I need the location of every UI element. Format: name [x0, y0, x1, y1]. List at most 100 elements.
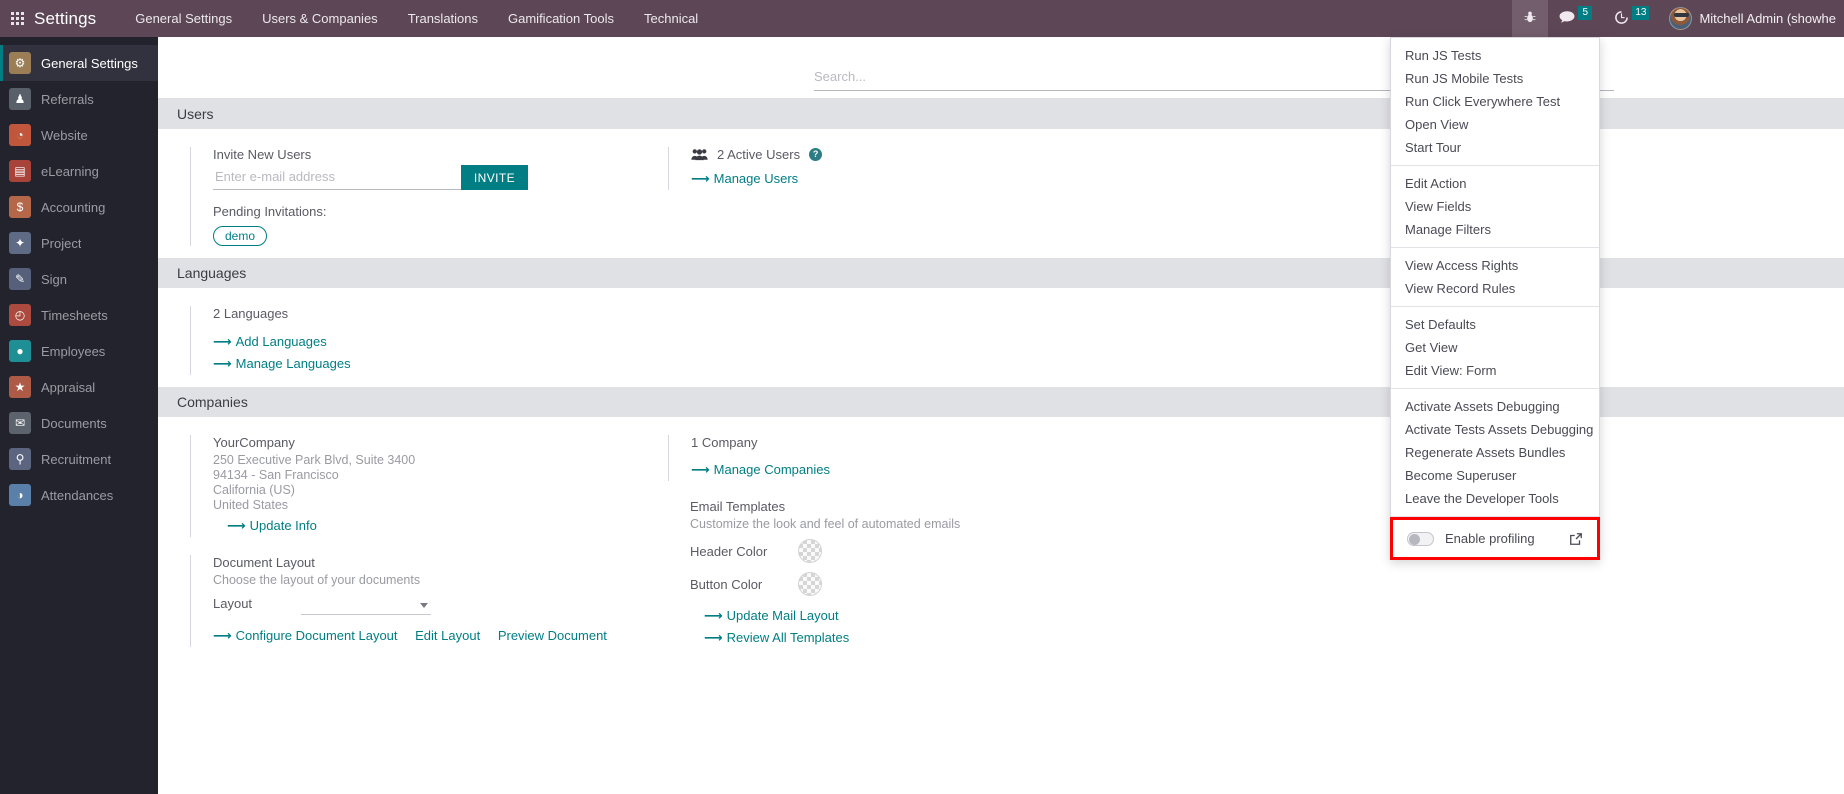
- invite-button[interactable]: INVITE: [460, 165, 528, 190]
- dev-item-leave-developer-tools[interactable]: Leave the Developer Tools: [1391, 487, 1599, 510]
- address-line: 250 Executive Park Blvd, Suite 3400: [213, 453, 416, 467]
- elearning-icon: ▤: [9, 160, 31, 182]
- sidebar-item-employees[interactable]: ● Employees: [0, 333, 158, 369]
- email-templates-title: Email Templates: [690, 499, 786, 514]
- sidebar-item-label: Employees: [41, 343, 106, 359]
- enable-profiling-toggle[interactable]: [1407, 531, 1434, 546]
- layout-field-label: Layout: [213, 596, 253, 611]
- company-address: 250 Executive Park Blvd, Suite 3400 9413…: [213, 453, 636, 513]
- dev-item-run-js-tests[interactable]: Run JS Tests: [1391, 44, 1599, 67]
- sidebar-item-project[interactable]: ✦ Project: [0, 225, 158, 261]
- chat-bubble-icon: [1559, 10, 1575, 27]
- manage-languages-link[interactable]: ⟶ Manage Languages: [213, 353, 351, 375]
- button-color-row: Button Color: [690, 572, 1114, 596]
- edit-layout-link[interactable]: Edit Layout: [415, 628, 480, 643]
- messages-count-badge: 5: [1578, 5, 1593, 20]
- dev-item-view-access-rights[interactable]: View Access Rights: [1391, 254, 1599, 277]
- sidebar-item-recruitment[interactable]: ⚲ Recruitment: [0, 441, 158, 477]
- sidebar-item-label: Recruitment: [41, 451, 112, 467]
- header-color-swatch[interactable]: [798, 539, 822, 563]
- company-count: 1 Company: [691, 435, 758, 450]
- sidebar-item-accounting[interactable]: $ Accounting: [0, 189, 158, 225]
- add-languages-link[interactable]: ⟶ Add Languages: [213, 331, 327, 353]
- invite-email-input[interactable]: [213, 165, 461, 190]
- dev-item-set-defaults[interactable]: Set Defaults: [1391, 313, 1599, 336]
- address-line: United States: [213, 498, 289, 512]
- activities-button[interactable]: 13: [1603, 0, 1660, 37]
- sidebar-item-appraisal[interactable]: ★ Appraisal: [0, 369, 158, 405]
- address-line: California (US): [213, 483, 295, 497]
- odoo-settings-screen: Settings General Settings Users & Compan…: [0, 0, 1844, 794]
- users-right-column: 2 Active Users ? ⟶ Manage Users: [636, 147, 1114, 246]
- bug-icon: [1523, 10, 1537, 27]
- arrow-right-icon: ⟶: [691, 462, 710, 477]
- manage-users-link[interactable]: ⟶ Manage Users: [691, 168, 798, 190]
- dev-item-manage-filters[interactable]: Manage Filters: [1391, 218, 1599, 241]
- button-color-swatch[interactable]: [798, 572, 822, 596]
- user-menu-button[interactable]: Mitchell Admin (showhe: [1660, 0, 1840, 37]
- user-name-label: Mitchell Admin (showhe: [1699, 11, 1836, 26]
- document-layout-title: Document Layout: [213, 555, 315, 570]
- dev-item-edit-view-form[interactable]: Edit View: Form: [1391, 359, 1599, 382]
- dev-item-regenerate-assets-bundles[interactable]: Regenerate Assets Bundles: [1391, 441, 1599, 464]
- project-icon: ✦: [9, 232, 31, 254]
- languages-left-column: 2 Languages ⟶ Add Languages ⟶ Manage Langu…: [158, 306, 636, 375]
- invite-row: INVITE: [213, 165, 528, 190]
- review-all-templates-link[interactable]: ⟶ Review All Templates: [704, 627, 849, 649]
- sidebar-item-timesheets[interactable]: ◴ Timesheets: [0, 297, 158, 333]
- navbar-menu-list: General Settings Users & Companies Trans…: [120, 0, 713, 37]
- preview-document-link[interactable]: Preview Document: [498, 628, 607, 643]
- dev-item-run-js-mobile-tests[interactable]: Run JS Mobile Tests: [1391, 67, 1599, 90]
- layout-selected-value: [301, 595, 303, 610]
- update-mail-layout-link[interactable]: ⟶ Update Mail Layout: [704, 605, 839, 627]
- dev-item-run-click-everywhere-test[interactable]: Run Click Everywhere Test: [1391, 90, 1599, 113]
- company-name: YourCompany: [213, 435, 295, 450]
- manage-companies-link[interactable]: ⟶ Manage Companies: [691, 459, 830, 481]
- sidebar-item-referrals[interactable]: ♟ Referrals: [0, 81, 158, 117]
- timesheets-icon: ◴: [9, 304, 31, 326]
- apps-menu-toggle[interactable]: [0, 0, 34, 37]
- dev-item-view-record-rules[interactable]: View Record Rules: [1391, 277, 1599, 300]
- messages-button[interactable]: 5: [1548, 0, 1603, 37]
- invite-new-users-label: Invite New Users: [213, 147, 312, 162]
- active-users-row: 2 Active Users ?: [691, 147, 1114, 162]
- dev-menu-divider: [1391, 165, 1599, 166]
- sidebar-item-sign[interactable]: ✎ Sign: [0, 261, 158, 297]
- update-info-link[interactable]: ⟶ Update Info: [227, 515, 317, 537]
- developer-tools-button[interactable]: [1512, 0, 1549, 37]
- sidebar-item-general-settings[interactable]: ⚙ General Settings: [0, 45, 158, 81]
- sidebar-item-attendances[interactable]: ◑ Attendances: [0, 477, 158, 513]
- pending-invitation-tag[interactable]: demo: [213, 226, 268, 246]
- dev-item-get-view[interactable]: Get View: [1391, 336, 1599, 359]
- dev-item-start-tour[interactable]: Start Tour: [1391, 136, 1599, 159]
- dev-item-activate-assets-debugging[interactable]: Activate Assets Debugging: [1391, 395, 1599, 418]
- enable-profiling-label: Enable profiling: [1445, 531, 1535, 546]
- navbar-item-gamification-tools[interactable]: Gamification Tools: [493, 0, 629, 37]
- documents-icon: ✉: [9, 412, 31, 434]
- navbar-right-tools: 5 13 Mitchell Admin (showhe: [1512, 0, 1844, 37]
- layout-select[interactable]: [301, 595, 431, 615]
- dev-item-edit-action[interactable]: Edit Action: [1391, 172, 1599, 195]
- navbar-item-general-settings[interactable]: General Settings: [120, 0, 247, 37]
- enable-profiling-row[interactable]: Enable profiling: [1393, 520, 1597, 557]
- layout-field-row: Layout: [213, 595, 636, 615]
- sidebar-item-website[interactable]: ◔ Website: [0, 117, 158, 153]
- external-link-icon[interactable]: [1569, 532, 1583, 546]
- dev-item-become-superuser[interactable]: Become Superuser: [1391, 464, 1599, 487]
- clock-icon: [1614, 10, 1629, 28]
- configure-document-layout-link[interactable]: ⟶ Configure Document Layout: [213, 625, 398, 647]
- navbar-item-translations[interactable]: Translations: [393, 0, 493, 37]
- dev-item-open-view[interactable]: Open View: [1391, 113, 1599, 136]
- sidebar-item-documents[interactable]: ✉ Documents: [0, 405, 158, 441]
- navbar-item-technical[interactable]: Technical: [629, 0, 713, 37]
- active-users-count: 2 Active Users: [717, 147, 801, 162]
- gear-icon: ⚙: [9, 52, 31, 74]
- navbar-item-users-companies[interactable]: Users & Companies: [247, 0, 393, 37]
- dev-menu-divider: [1391, 247, 1599, 248]
- dev-item-activate-tests-assets-debugging[interactable]: Activate Tests Assets Debugging: [1391, 418, 1599, 441]
- question-mark-icon[interactable]: ?: [809, 148, 823, 161]
- header-color-row: Header Color: [690, 539, 1114, 563]
- dev-item-view-fields[interactable]: View Fields: [1391, 195, 1599, 218]
- sidebar-item-elearning[interactable]: ▤ eLearning: [0, 153, 158, 189]
- app-brand-title: Settings: [34, 8, 97, 28]
